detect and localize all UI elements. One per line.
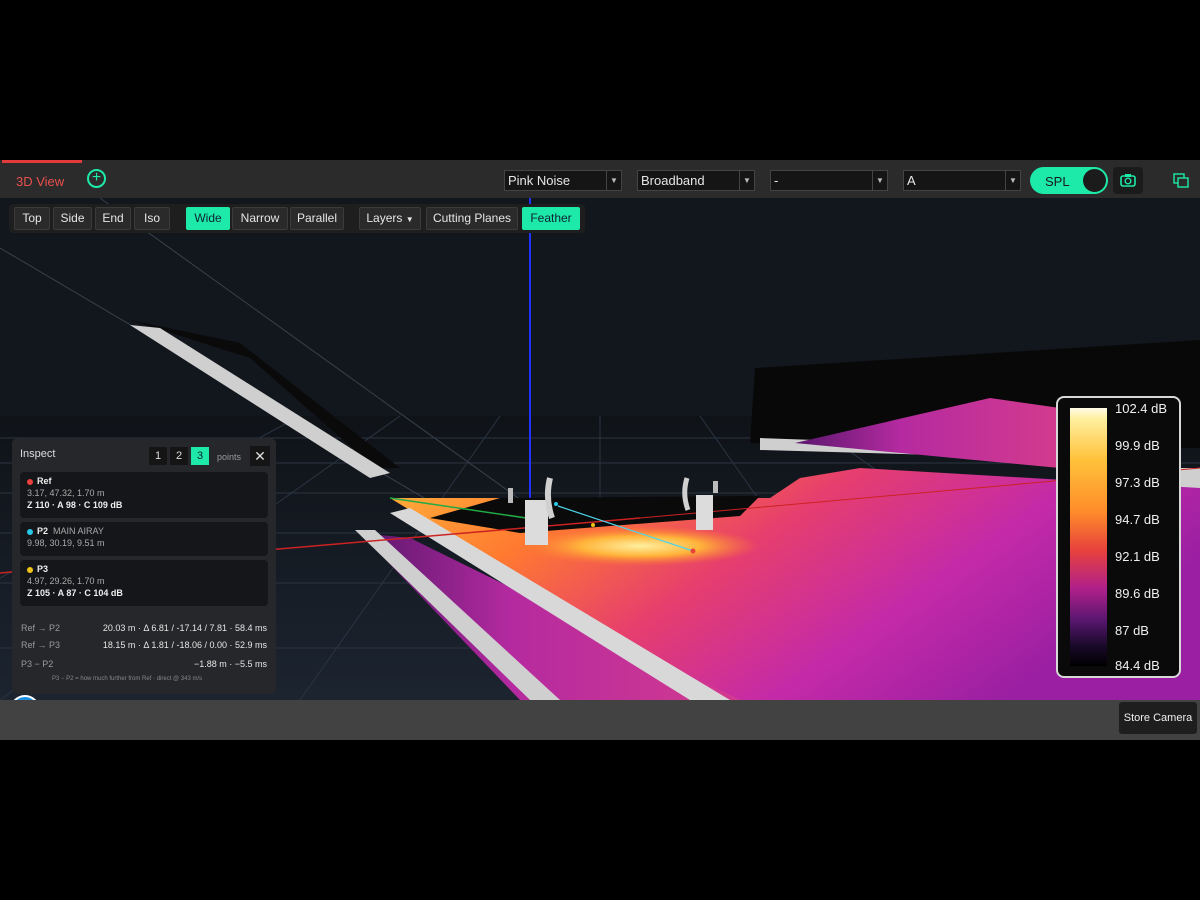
camera-icon bbox=[1120, 174, 1136, 187]
p3-point-levels: Z 105 · A 87 · C 104 dB bbox=[27, 588, 123, 598]
card-name: P2 bbox=[37, 526, 49, 536]
width-wide-button[interactable]: Wide bbox=[186, 207, 230, 230]
signal-select[interactable]: Pink Noise ▼ bbox=[504, 170, 622, 191]
top-bar: 3D View + Pink Noise ▼ Broadband ▼ - ▼ A… bbox=[0, 160, 1200, 198]
inspect-footnote: P3 − P2 = how much further from Ref · di… bbox=[52, 676, 203, 682]
frequency-select-value: - bbox=[774, 173, 779, 188]
fill-speaker bbox=[713, 481, 718, 493]
band-select[interactable]: Broadband ▼ bbox=[637, 170, 755, 191]
3d-viewport[interactable]: Top Side End Iso Wide Narrow Parallel La… bbox=[0, 198, 1200, 700]
feather-button[interactable]: Feather bbox=[522, 207, 580, 230]
inspect-panel: Inspect 1 2 3 points ✕ Ref 3.17, 47.32, … bbox=[12, 438, 276, 694]
legend-label: 84.4 dB bbox=[1115, 658, 1160, 673]
legend-label: 97.3 dB bbox=[1115, 475, 1160, 490]
view-side-button[interactable]: Side bbox=[53, 207, 92, 230]
card-name: P3 bbox=[37, 564, 49, 574]
p2-point-coordinates: 9.98, 30.19, 9.51 m bbox=[27, 538, 105, 548]
spl-toggle-label: SPL bbox=[1045, 174, 1070, 189]
speaker-stack-right bbox=[696, 495, 713, 530]
layers-button[interactable]: Layers ▼ bbox=[359, 207, 421, 230]
speaker-stack-left bbox=[525, 500, 548, 545]
p3-p2-value: −1.88 m · −5.5 ms bbox=[193, 659, 267, 669]
legend-color-bar bbox=[1070, 408, 1107, 666]
legend-label: 89.6 dB bbox=[1115, 586, 1160, 601]
width-narrow-button[interactable]: Narrow bbox=[232, 207, 288, 230]
window-copy-button[interactable] bbox=[1172, 172, 1190, 190]
ref-point-name: Ref bbox=[37, 476, 52, 486]
tab-3d-view-label: 3D View bbox=[16, 174, 65, 189]
fill-speaker bbox=[508, 488, 513, 503]
points-2-button[interactable]: 2 bbox=[170, 447, 188, 465]
signal-select-value: Pink Noise bbox=[508, 173, 571, 188]
cutting-planes-button[interactable]: Cutting Planes bbox=[426, 207, 518, 230]
spl-toggle[interactable]: SPL bbox=[1030, 167, 1108, 194]
chevron-down-icon: ▼ bbox=[739, 171, 754, 190]
chevron-down-icon: ▼ bbox=[1005, 171, 1020, 190]
screenshot-button[interactable] bbox=[1113, 167, 1143, 194]
p3-point-name: P3 bbox=[37, 564, 48, 574]
legend-label: 102.4 dB bbox=[1115, 401, 1168, 416]
close-icon[interactable]: ✕ bbox=[250, 446, 270, 466]
ref-point-levels: Z 110 · A 98 · C 109 dB bbox=[27, 500, 123, 510]
store-camera-button[interactable]: Store Camera bbox=[1119, 702, 1197, 734]
p3-p2-label: P3 − P2 bbox=[21, 659, 54, 669]
caret-down-icon: ▼ bbox=[405, 215, 414, 224]
points-1-button[interactable]: 1 bbox=[149, 447, 167, 465]
ref-point-coordinates: 3.17, 47.32, 1.70 m bbox=[27, 488, 105, 498]
view-top-button[interactable]: Top bbox=[14, 207, 50, 230]
weighting-select-value: A bbox=[907, 173, 916, 188]
band-select-value: Broadband bbox=[641, 173, 705, 188]
points-label: points bbox=[217, 452, 242, 462]
card-name: Ref bbox=[37, 476, 52, 486]
view-end-button[interactable]: End bbox=[95, 207, 131, 230]
p2-point-card[interactable]: P2 MAIN AIRAY 9.98, 30.19, 9.51 m bbox=[20, 522, 268, 556]
yellow-dot-icon bbox=[27, 567, 33, 573]
ref-p3-value: 18.15 m · Δ 1.81 / -18.06 / 0.00 · 52.9 … bbox=[102, 640, 267, 650]
legend-label: 99.9 dB bbox=[1115, 438, 1160, 453]
p3-point-card[interactable]: P3 4.97, 29.26, 1.70 m Z 105 · A 87 · C … bbox=[20, 560, 268, 606]
frequency-select[interactable]: - ▼ bbox=[770, 170, 888, 191]
spl-toggle-knob bbox=[1083, 169, 1106, 192]
weighting-select[interactable]: A ▼ bbox=[903, 170, 1021, 191]
p2-point-name: P2 MAIN AIRAY bbox=[37, 526, 104, 536]
p2-point-source: MAIN AIRAY bbox=[53, 526, 104, 536]
legend-label: 94.7 dB bbox=[1115, 512, 1160, 527]
ref-p2-label: Ref → P2 bbox=[21, 623, 61, 633]
tab-3d-view[interactable]: 3D View bbox=[2, 160, 82, 198]
view-toolbar: Top Side End Iso Wide Narrow Parallel La… bbox=[9, 204, 585, 233]
legend-label: 92.1 dB bbox=[1115, 549, 1160, 564]
cyan-dot-icon bbox=[27, 529, 33, 535]
layers-button-label: Layers bbox=[366, 211, 403, 225]
ref-p2-value: 20.03 m · Δ 6.81 / -17.14 / 7.81 · 58.4 … bbox=[102, 623, 267, 633]
app-window: 3D View + Pink Noise ▼ Broadband ▼ - ▼ A… bbox=[0, 160, 1200, 740]
ref-p3-label: Ref → P3 bbox=[21, 640, 61, 650]
chevron-down-icon: ▼ bbox=[872, 171, 887, 190]
legend-label: 87 dB bbox=[1115, 623, 1149, 638]
view-iso-button[interactable]: Iso bbox=[134, 207, 170, 230]
p3-marker[interactable] bbox=[591, 523, 595, 527]
ref-point-card[interactable]: Ref 3.17, 47.32, 1.70 m Z 110 · A 98 · C… bbox=[20, 472, 268, 518]
spl-color-legend: 102.4 dB 99.9 dB 97.3 dB 94.7 dB 92.1 dB… bbox=[1056, 396, 1181, 678]
ref-marker[interactable] bbox=[690, 548, 696, 554]
bottom-bar: Store Camera bbox=[0, 700, 1200, 740]
right-walkway bbox=[1180, 468, 1200, 488]
width-parallel-button[interactable]: Parallel bbox=[290, 207, 344, 230]
inspect-title: Inspect bbox=[20, 448, 56, 460]
red-dot-icon bbox=[27, 479, 33, 485]
p2-marker[interactable] bbox=[554, 502, 558, 506]
chevron-down-icon: ▼ bbox=[606, 171, 621, 190]
copy-windows-icon bbox=[1173, 173, 1189, 188]
points-3-button[interactable]: 3 bbox=[191, 447, 209, 465]
stage-hotspot bbox=[520, 526, 760, 566]
add-tab-icon[interactable]: + bbox=[87, 169, 106, 188]
p3-point-coordinates: 4.97, 29.26, 1.70 m bbox=[27, 576, 105, 586]
